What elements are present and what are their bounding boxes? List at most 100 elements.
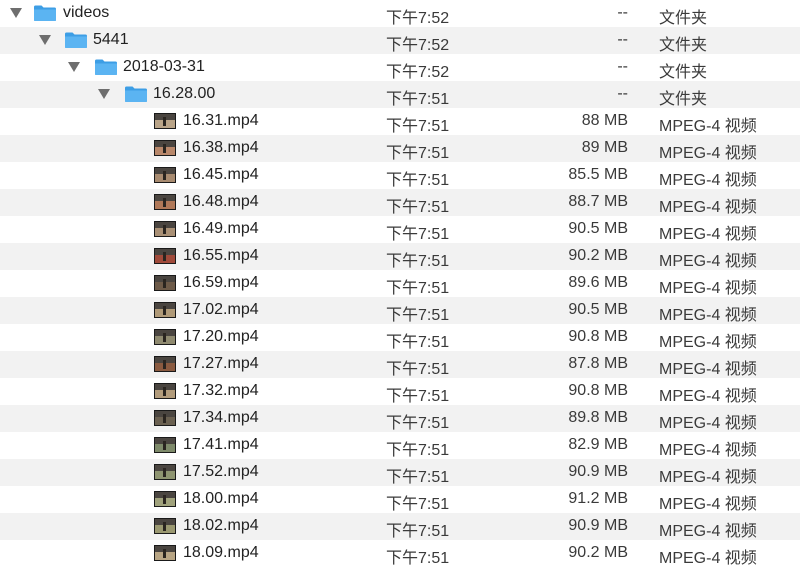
date-modified: 下午7:51 <box>386 145 450 162</box>
file-size: -- <box>617 31 628 48</box>
date-modified: 下午7:51 <box>386 199 450 216</box>
file-size: 88 MB <box>581 112 628 129</box>
date-modified: 下午7:51 <box>386 496 450 513</box>
date-modified: 下午7:51 <box>386 388 450 405</box>
file-row[interactable]: 17.20.mp4 下午7:51 90.8 MB MPEG-4 视频 <box>0 324 800 351</box>
file-size: 90.5 MB <box>568 220 628 237</box>
video-thumbnail-icon <box>154 302 176 318</box>
video-thumbnail-icon <box>154 113 176 129</box>
video-thumbnail-icon <box>154 437 176 453</box>
file-row[interactable]: 17.02.mp4 下午7:51 90.5 MB MPEG-4 视频 <box>0 297 800 324</box>
file-name: 17.52.mp4 <box>183 463 259 480</box>
video-thumbnail-icon <box>154 194 176 210</box>
file-kind: MPEG-4 视频 <box>659 145 757 162</box>
folder-icon <box>124 85 148 103</box>
file-name: 17.41.mp4 <box>183 436 259 453</box>
file-kind: 文件夹 <box>659 10 708 27</box>
video-thumbnail-icon <box>154 383 176 399</box>
video-thumbnail-icon <box>154 221 176 237</box>
folder-row[interactable]: 2018-03-31 下午7:52 -- 文件夹 <box>0 54 800 81</box>
file-name: 17.20.mp4 <box>183 328 259 345</box>
file-name: 16.45.mp4 <box>183 166 259 183</box>
file-size: 88.7 MB <box>568 193 628 210</box>
file-row[interactable]: 16.55.mp4 下午7:51 90.2 MB MPEG-4 视频 <box>0 243 800 270</box>
file-size: 90.2 MB <box>568 544 628 561</box>
file-size: 82.9 MB <box>568 436 628 453</box>
file-size: 90.8 MB <box>568 328 628 345</box>
disclosure-triangle-icon[interactable] <box>39 35 51 45</box>
file-size: 90.5 MB <box>568 301 628 318</box>
file-name: 17.32.mp4 <box>183 382 259 399</box>
date-modified: 下午7:52 <box>386 37 450 54</box>
file-name: 18.09.mp4 <box>183 544 259 561</box>
file-size: 89.8 MB <box>568 409 628 426</box>
file-name: 16.49.mp4 <box>183 220 259 237</box>
file-row[interactable]: 17.34.mp4 下午7:51 89.8 MB MPEG-4 视频 <box>0 405 800 432</box>
date-modified: 下午7:52 <box>386 10 450 27</box>
video-thumbnail-icon <box>154 410 176 426</box>
file-row[interactable]: 16.48.mp4 下午7:51 88.7 MB MPEG-4 视频 <box>0 189 800 216</box>
file-row[interactable]: 16.45.mp4 下午7:51 85.5 MB MPEG-4 视频 <box>0 162 800 189</box>
file-name: 16.48.mp4 <box>183 193 259 210</box>
video-thumbnail-icon <box>154 464 176 480</box>
folder-row[interactable]: videos 下午7:52 -- 文件夹 <box>0 0 800 27</box>
file-row[interactable]: 18.02.mp4 下午7:51 90.9 MB MPEG-4 视频 <box>0 513 800 540</box>
file-row[interactable]: 16.49.mp4 下午7:51 90.5 MB MPEG-4 视频 <box>0 216 800 243</box>
date-modified: 下午7:51 <box>386 361 450 378</box>
file-name: 16.55.mp4 <box>183 247 259 264</box>
file-kind: MPEG-4 视频 <box>659 523 757 540</box>
date-modified: 下午7:51 <box>386 118 450 135</box>
date-modified: 下午7:51 <box>386 415 450 432</box>
file-row[interactable]: 17.41.mp4 下午7:51 82.9 MB MPEG-4 视频 <box>0 432 800 459</box>
folder-row[interactable]: 5441 下午7:52 -- 文件夹 <box>0 27 800 54</box>
disclosure-triangle-icon[interactable] <box>98 89 110 99</box>
file-row[interactable]: 17.32.mp4 下午7:51 90.8 MB MPEG-4 视频 <box>0 378 800 405</box>
disclosure-triangle-icon[interactable] <box>10 8 22 18</box>
file-name: 18.02.mp4 <box>183 517 259 534</box>
file-name: 16.38.mp4 <box>183 139 259 156</box>
date-modified: 下午7:51 <box>386 334 450 351</box>
file-name: 18.00.mp4 <box>183 490 259 507</box>
file-size: 90.8 MB <box>568 382 628 399</box>
file-size: 85.5 MB <box>568 166 628 183</box>
date-modified: 下午7:51 <box>386 442 450 459</box>
file-size: 89.6 MB <box>568 274 628 291</box>
video-thumbnail-icon <box>154 329 176 345</box>
date-modified: 下午7:51 <box>386 226 450 243</box>
file-kind: MPEG-4 视频 <box>659 307 757 324</box>
file-row[interactable]: 16.59.mp4 下午7:51 89.6 MB MPEG-4 视频 <box>0 270 800 297</box>
folder-icon <box>33 4 57 22</box>
file-row[interactable]: 18.00.mp4 下午7:51 91.2 MB MPEG-4 视频 <box>0 486 800 513</box>
video-thumbnail-icon <box>154 167 176 183</box>
video-thumbnail-icon <box>154 356 176 372</box>
video-thumbnail-icon <box>154 545 176 561</box>
file-kind: MPEG-4 视频 <box>659 469 757 486</box>
file-size: 90.9 MB <box>568 517 628 534</box>
file-name: 5441 <box>93 31 129 48</box>
file-kind: 文件夹 <box>659 91 708 108</box>
file-row[interactable]: 17.27.mp4 下午7:51 87.8 MB MPEG-4 视频 <box>0 351 800 378</box>
file-name: 17.34.mp4 <box>183 409 259 426</box>
disclosure-triangle-icon[interactable] <box>68 62 80 72</box>
file-name: 16.31.mp4 <box>183 112 259 129</box>
folder-row[interactable]: 16.28.00 下午7:51 -- 文件夹 <box>0 81 800 108</box>
file-size: -- <box>617 85 628 102</box>
file-kind: MPEG-4 视频 <box>659 280 757 297</box>
file-row[interactable]: 16.31.mp4 下午7:51 88 MB MPEG-4 视频 <box>0 108 800 135</box>
file-row[interactable]: 17.52.mp4 下午7:51 90.9 MB MPEG-4 视频 <box>0 459 800 486</box>
file-size: -- <box>617 4 628 21</box>
file-row[interactable]: 16.38.mp4 下午7:51 89 MB MPEG-4 视频 <box>0 135 800 162</box>
date-modified: 下午7:52 <box>386 64 450 81</box>
file-size: 87.8 MB <box>568 355 628 372</box>
file-kind: MPEG-4 视频 <box>659 199 757 216</box>
file-kind: MPEG-4 视频 <box>659 496 757 513</box>
file-kind: MPEG-4 视频 <box>659 442 757 459</box>
file-name: 17.27.mp4 <box>183 355 259 372</box>
folder-icon <box>94 58 118 76</box>
video-thumbnail-icon <box>154 275 176 291</box>
video-thumbnail-icon <box>154 491 176 507</box>
date-modified: 下午7:51 <box>386 307 450 324</box>
file-kind: MPEG-4 视频 <box>659 415 757 432</box>
date-modified: 下午7:51 <box>386 91 450 108</box>
file-row[interactable]: 18.09.mp4 下午7:51 90.2 MB MPEG-4 视频 <box>0 540 800 566</box>
